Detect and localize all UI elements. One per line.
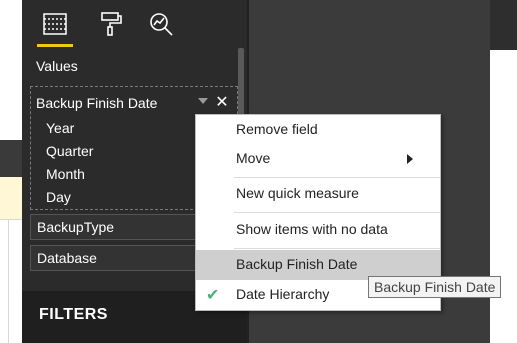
menu-item-new-quick-measure[interactable]: New quick measure bbox=[196, 179, 440, 209]
hierarchy-item-month[interactable]: Month bbox=[46, 166, 85, 182]
menu-separator bbox=[234, 177, 440, 178]
menu-item-show-items-no-data[interactable]: Show items with no data bbox=[196, 215, 440, 245]
report-canvas-edge bbox=[0, 0, 22, 343]
hierarchy-item-year[interactable]: Year bbox=[46, 120, 74, 136]
field-label: Database bbox=[37, 250, 97, 266]
tooltip: Backup Finish Date bbox=[368, 276, 502, 298]
canvas-selected-visual bbox=[0, 177, 22, 219]
menu-item-remove-field[interactable]: Remove field bbox=[196, 115, 440, 145]
pane-tab-bar bbox=[22, 0, 247, 47]
well-field-backup-finish-date[interactable]: Backup Finish Date ✕ bbox=[36, 93, 234, 115]
paint-roller-icon[interactable] bbox=[95, 8, 127, 40]
values-well-label: Values bbox=[36, 58, 78, 74]
menu-separator bbox=[234, 248, 440, 249]
menu-separator bbox=[234, 212, 440, 213]
analytics-magnifier-icon[interactable] bbox=[145, 8, 177, 40]
canvas-divider bbox=[0, 219, 22, 220]
check-icon: ✔ bbox=[206, 287, 220, 304]
chevron-down-icon[interactable] bbox=[198, 98, 208, 104]
well-field-label: Backup Finish Date bbox=[36, 95, 158, 111]
menu-item-move[interactable]: Move bbox=[196, 144, 440, 174]
fields-grid-icon[interactable] bbox=[39, 8, 71, 40]
chevron-right-icon bbox=[407, 154, 413, 164]
canvas-white-region bbox=[490, 50, 517, 343]
canvas-vertical-divider bbox=[8, 219, 9, 343]
hierarchy-item-day[interactable]: Day bbox=[46, 189, 71, 205]
hierarchy-item-quarter[interactable]: Quarter bbox=[46, 143, 93, 159]
filters-title: FILTERS bbox=[39, 306, 108, 323]
active-tab-indicator bbox=[37, 44, 73, 47]
close-icon[interactable]: ✕ bbox=[214, 93, 230, 113]
field-label: BackupType bbox=[37, 219, 115, 235]
canvas-dark-band bbox=[0, 140, 22, 177]
